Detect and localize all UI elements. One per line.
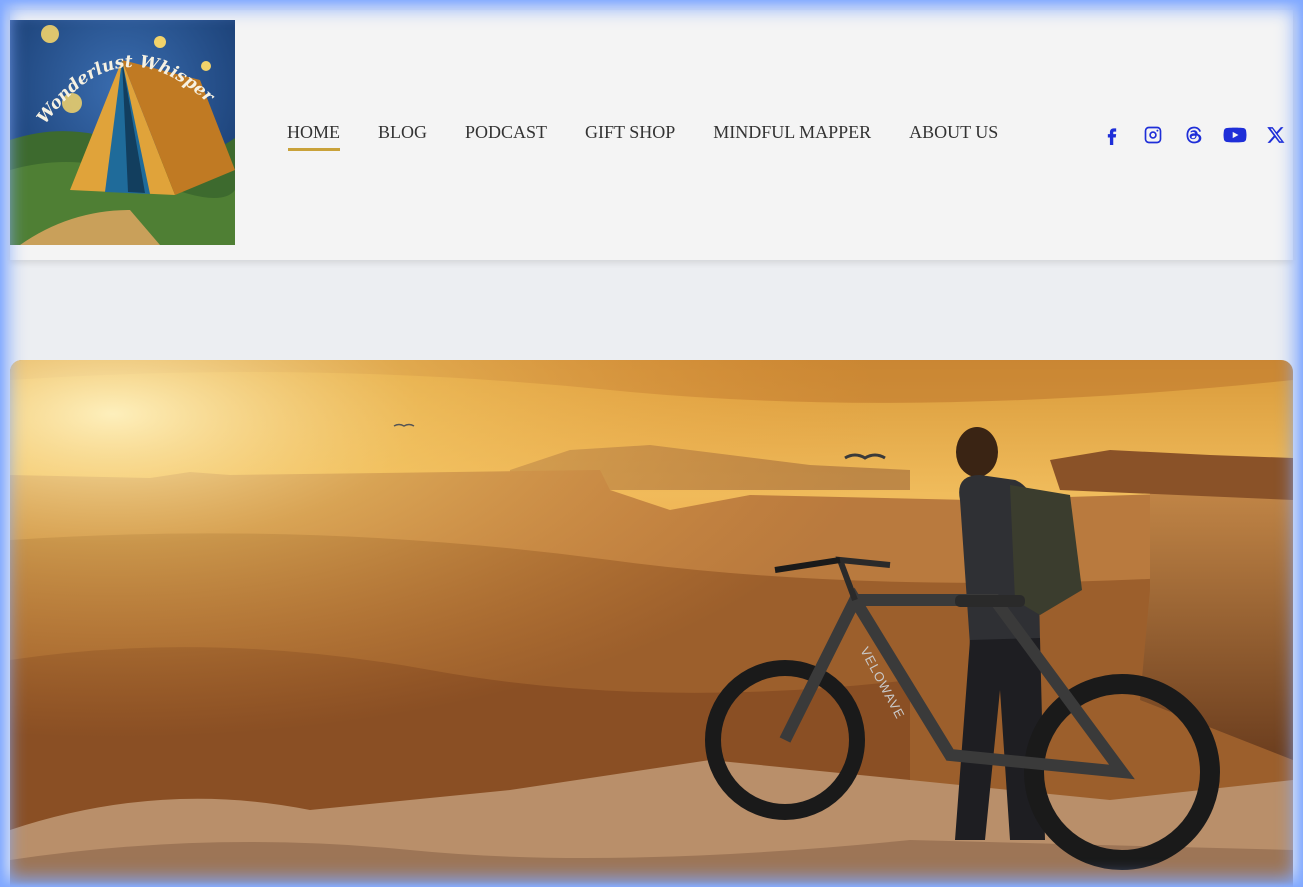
main-navigation: HOME BLOG PODCAST GIFT SHOP MINDFUL MAPP… [287,122,1036,151]
hero-banner: VELOWAVE [10,360,1293,887]
nav-about-us[interactable]: ABOUT US [909,122,998,149]
logo-image: Wonderlust Whisperz [10,20,235,245]
nav-gift-shop[interactable]: GIFT SHOP [585,122,675,149]
youtube-icon[interactable] [1223,123,1247,147]
nav-mindful-mapper[interactable]: MINDFUL MAPPER [713,122,871,149]
threads-icon[interactable] [1182,123,1206,147]
site-header: Wonderlust Whisperz HOME BLOG PODCAST GI… [10,10,1293,260]
nav-blog[interactable]: BLOG [378,122,427,149]
site-logo[interactable]: Wonderlust Whisperz [10,20,235,245]
x-icon[interactable] [1264,123,1288,147]
instagram-icon[interactable] [1141,123,1165,147]
nav-home[interactable]: HOME [287,122,340,151]
social-links [1100,123,1303,147]
hero-image: VELOWAVE [10,360,1293,887]
facebook-icon[interactable] [1100,123,1124,147]
nav-podcast[interactable]: PODCAST [465,122,547,149]
